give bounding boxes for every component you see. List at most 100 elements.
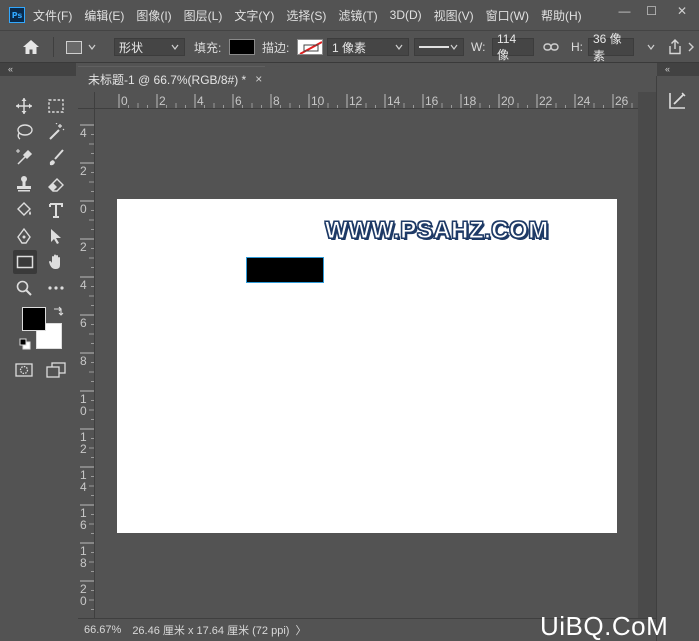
default-colors-icon (19, 338, 31, 350)
foreground-color-swatch[interactable] (22, 307, 46, 331)
zoom-level-field[interactable]: 66.67% (79, 624, 126, 636)
pen-icon (17, 227, 31, 244)
tools-panel (9, 90, 71, 390)
ruler-origin[interactable] (78, 92, 95, 109)
rectangle-tool[interactable] (13, 250, 37, 274)
ruler-label: 2 (80, 240, 87, 254)
panels-collapse-bar[interactable]: « (657, 63, 699, 76)
tool-mode-select[interactable]: 形状 (114, 31, 185, 63)
window-controls: — ☐ ✕ (611, 0, 699, 22)
ruler-label: 0 (80, 404, 87, 418)
swap-colors-button[interactable] (51, 304, 65, 318)
eraser-tool[interactable] (45, 173, 67, 195)
stroke-swatch[interactable] (297, 31, 323, 63)
share-button[interactable] (668, 31, 682, 63)
document-tab[interactable]: 未标题-1 @ 66.7%(RGB/8#) * × (78, 66, 265, 91)
ruler-label: 26 (615, 94, 629, 108)
type-tool[interactable] (45, 199, 67, 221)
more-tools-button[interactable] (45, 277, 67, 299)
options-overflow-arrow[interactable] (686, 31, 696, 63)
stroke-type-select[interactable] (414, 31, 464, 63)
menu-select[interactable]: 选择(S) (286, 7, 326, 24)
screen-mode-button[interactable] (45, 359, 67, 381)
magic-wand-icon (49, 123, 65, 140)
tools-collapse-bar[interactable]: « (0, 63, 76, 76)
ruler-label: 8 (80, 556, 87, 570)
menu-image[interactable]: 图像(I) (136, 7, 171, 24)
stroke-width-value: 1 像素 (332, 40, 367, 55)
eyedropper-tool[interactable] (13, 147, 35, 169)
clone-stamp-tool[interactable] (13, 173, 35, 195)
ruler-label: 8 (80, 354, 87, 368)
site-watermark-logo: UiBQ.CoM (540, 611, 669, 641)
ruler-label: 18 (463, 94, 477, 108)
menu-type[interactable]: 文字(Y) (234, 7, 274, 24)
tool-mode-value: 形状 (119, 40, 144, 55)
collapse-icon: « (665, 64, 671, 74)
screen-mode-icon (46, 362, 66, 378)
tool-preset-picker[interactable] (66, 31, 97, 63)
tab-close-icon[interactable]: × (255, 72, 262, 86)
ruler-label: 4 (80, 126, 87, 140)
ruler-label: 20 (501, 94, 515, 108)
link-dimensions-button[interactable] (543, 31, 559, 63)
maximize-button[interactable]: ☐ (638, 0, 665, 22)
height-field[interactable]: 36 像素 (588, 31, 634, 63)
chevron-down-icon (450, 44, 458, 50)
hand-tool[interactable] (45, 251, 67, 273)
separator (53, 37, 54, 57)
menu-view[interactable]: 视图(V) (434, 7, 474, 24)
lasso-tool[interactable] (13, 121, 35, 143)
horizontal-ruler[interactable]: 0 2 4 6 8 10 12 14 16 18 20 22 24 26 (95, 92, 638, 109)
ruler-label: 22 (539, 94, 553, 108)
path-selection-tool[interactable] (45, 225, 67, 247)
zoom-tool[interactable] (13, 277, 35, 299)
rectangle-icon (16, 255, 34, 269)
vertical-ruler[interactable]: 4202468101214161820 (78, 109, 95, 618)
collapse-icon: « (8, 64, 14, 74)
magic-wand-tool[interactable] (45, 121, 67, 143)
menu-layer[interactable]: 图层(L) (184, 7, 223, 24)
ruler-label: 0 (80, 202, 87, 216)
move-icon (16, 98, 32, 114)
home-button[interactable] (22, 31, 40, 63)
fill-swatch[interactable] (229, 31, 255, 63)
status-menu-arrow[interactable]: 〉 (295, 622, 306, 638)
drawn-rectangle-shape[interactable] (246, 257, 324, 283)
home-icon (23, 40, 39, 54)
ruler-label: 24 (577, 94, 591, 108)
ruler-label: 14 (387, 94, 401, 108)
menu-help[interactable]: 帮助(H) (541, 7, 582, 24)
paint-bucket-tool[interactable] (13, 199, 35, 221)
panel-dock-gap (638, 92, 656, 618)
width-field[interactable]: 114 像 (492, 31, 534, 63)
properties-panel-button[interactable] (666, 88, 690, 112)
brush-tool[interactable] (45, 147, 67, 169)
chevron-right-icon (688, 42, 694, 52)
quick-mask-button[interactable] (13, 359, 35, 381)
photoshop-logo: Ps (9, 7, 25, 23)
ruler-label: 0 (80, 594, 87, 608)
default-colors-button[interactable] (18, 337, 32, 351)
close-button[interactable]: ✕ (665, 0, 699, 22)
stamp-icon (17, 176, 31, 192)
path-ops-button[interactable] (646, 31, 656, 63)
ruler-label: 16 (425, 94, 439, 108)
menu-window[interactable]: 窗口(W) (486, 7, 529, 24)
pen-tool[interactable] (13, 225, 35, 247)
rectangle-preset-icon (66, 40, 82, 54)
share-icon (669, 39, 681, 55)
move-tool[interactable] (13, 95, 35, 117)
lasso-icon (17, 124, 33, 140)
minimize-button[interactable]: — (611, 0, 638, 22)
menu-edit[interactable]: 编辑(E) (84, 7, 124, 24)
stroke-width-field[interactable]: 1 像素 (327, 31, 409, 63)
paint-bucket-icon (17, 202, 31, 216)
menu-file[interactable]: 文件(F) (33, 7, 72, 24)
menu-filter[interactable]: 滤镜(T) (338, 7, 377, 24)
marquee-tool[interactable] (45, 95, 67, 117)
fill-label: 填充: (194, 40, 222, 55)
document-canvas[interactable] (117, 199, 617, 533)
menu-3d[interactable]: 3D(D) (390, 8, 422, 22)
ruler-ticks: 4202468101214161820 (80, 124, 94, 610)
